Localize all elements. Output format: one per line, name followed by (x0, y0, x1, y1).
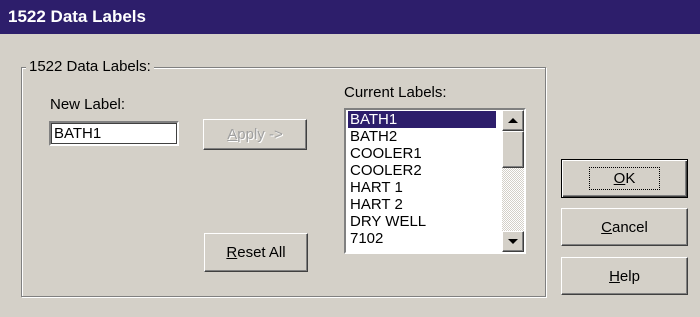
dialog-body: 1522 Data Labels: New Label: Apply -> Re… (0, 34, 700, 317)
new-label-input[interactable] (49, 121, 179, 146)
list-item[interactable]: COOLER2 (348, 162, 496, 179)
current-labels-caption: Current Labels: (344, 84, 447, 101)
title-bar: 1522 Data Labels (0, 0, 700, 34)
apply-button[interactable]: Apply -> (203, 119, 307, 150)
group-legend: 1522 Data Labels: (26, 58, 154, 76)
current-labels-listbox[interactable]: BATH1 BATH2 COOLER1 COOLER2 HART 1 HART 2 DRY … (344, 108, 526, 254)
list-item[interactable]: BATH2 (348, 128, 496, 145)
arrow-up-icon (508, 118, 518, 123)
list-item[interactable]: BATH1 (348, 111, 496, 128)
listbox-scrollbar[interactable] (502, 110, 524, 252)
reset-all-button[interactable]: Reset All (204, 233, 308, 272)
arrow-down-icon (508, 239, 518, 244)
scroll-up-button[interactable] (502, 110, 524, 131)
list-item[interactable]: DRY WELL (348, 213, 496, 230)
ok-button[interactable]: OK (561, 159, 688, 198)
scroll-down-button[interactable] (502, 231, 524, 252)
window-title: 1522 Data Labels (8, 7, 146, 26)
list-item[interactable]: 7102 (348, 230, 496, 247)
list-item[interactable]: HART 2 (348, 196, 496, 213)
help-button[interactable]: Help (561, 257, 688, 295)
list-item[interactable]: COOLER1 (348, 145, 496, 162)
list-item[interactable]: HART 1 (348, 179, 496, 196)
scroll-thumb[interactable] (502, 131, 524, 168)
new-label-caption: New Label: (50, 96, 126, 113)
current-labels-list: BATH1 BATH2 COOLER1 COOLER2 HART 1 HART 2 DRY … (348, 111, 496, 247)
cancel-button[interactable]: Cancel (561, 208, 688, 246)
